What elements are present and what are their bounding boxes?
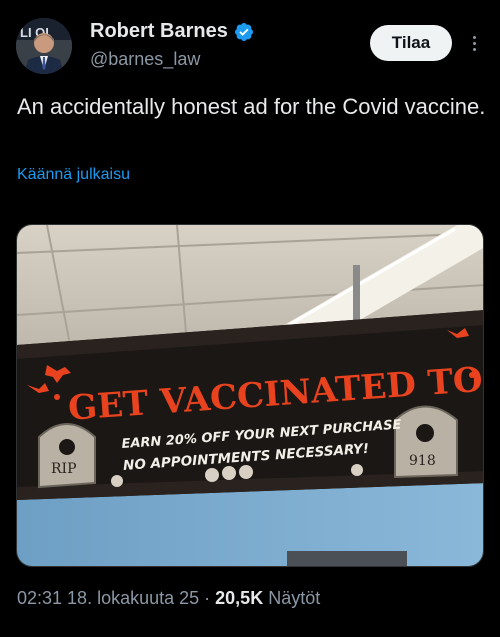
- avatar[interactable]: LI OI: [16, 18, 72, 74]
- translate-link[interactable]: Käännä julkaisu: [17, 166, 130, 184]
- more-dot: [472, 47, 476, 51]
- tweet-header: LI OI Robert Barnes @barnes_law Tilaa: [0, 0, 500, 90]
- more-dot: [472, 41, 476, 45]
- author-display-name[interactable]: Robert Barnes: [90, 20, 228, 43]
- views-count: 20,5K: [215, 588, 264, 608]
- tweet-time[interactable]: 02:31: [17, 588, 62, 609]
- more-vertical-icon[interactable]: [462, 28, 486, 58]
- banner-photo: GET VACCINATED TODAY! RIP 918 EARN 20% O…: [17, 225, 483, 566]
- tweet-meta: 02:31 18. lokakuuta 25 · 20,5K Näytöt: [17, 588, 320, 609]
- tombstone-left-text: RIP: [51, 461, 77, 477]
- tweet-text: An accidentally honest ad for the Covid …: [17, 94, 486, 119]
- views-label: Näytöt: [268, 588, 321, 608]
- tweet-date[interactable]: 18. lokakuuta 25: [67, 588, 199, 609]
- subscribe-button[interactable]: Tilaa: [370, 25, 452, 61]
- tombstone-right-text: 918: [409, 453, 436, 469]
- author-handle[interactable]: @barnes_law: [90, 49, 254, 70]
- avatar-image: LI OI: [16, 18, 72, 74]
- author-block: Robert Barnes @barnes_law: [90, 20, 254, 70]
- tweet-media-image[interactable]: GET VACCINATED TODAY! RIP 918 EARN 20% O…: [16, 224, 484, 567]
- meta-separator: ·: [204, 588, 211, 608]
- verified-badge-icon: [234, 22, 253, 41]
- more-dot: [472, 35, 476, 39]
- author-name-row: Robert Barnes: [90, 20, 254, 43]
